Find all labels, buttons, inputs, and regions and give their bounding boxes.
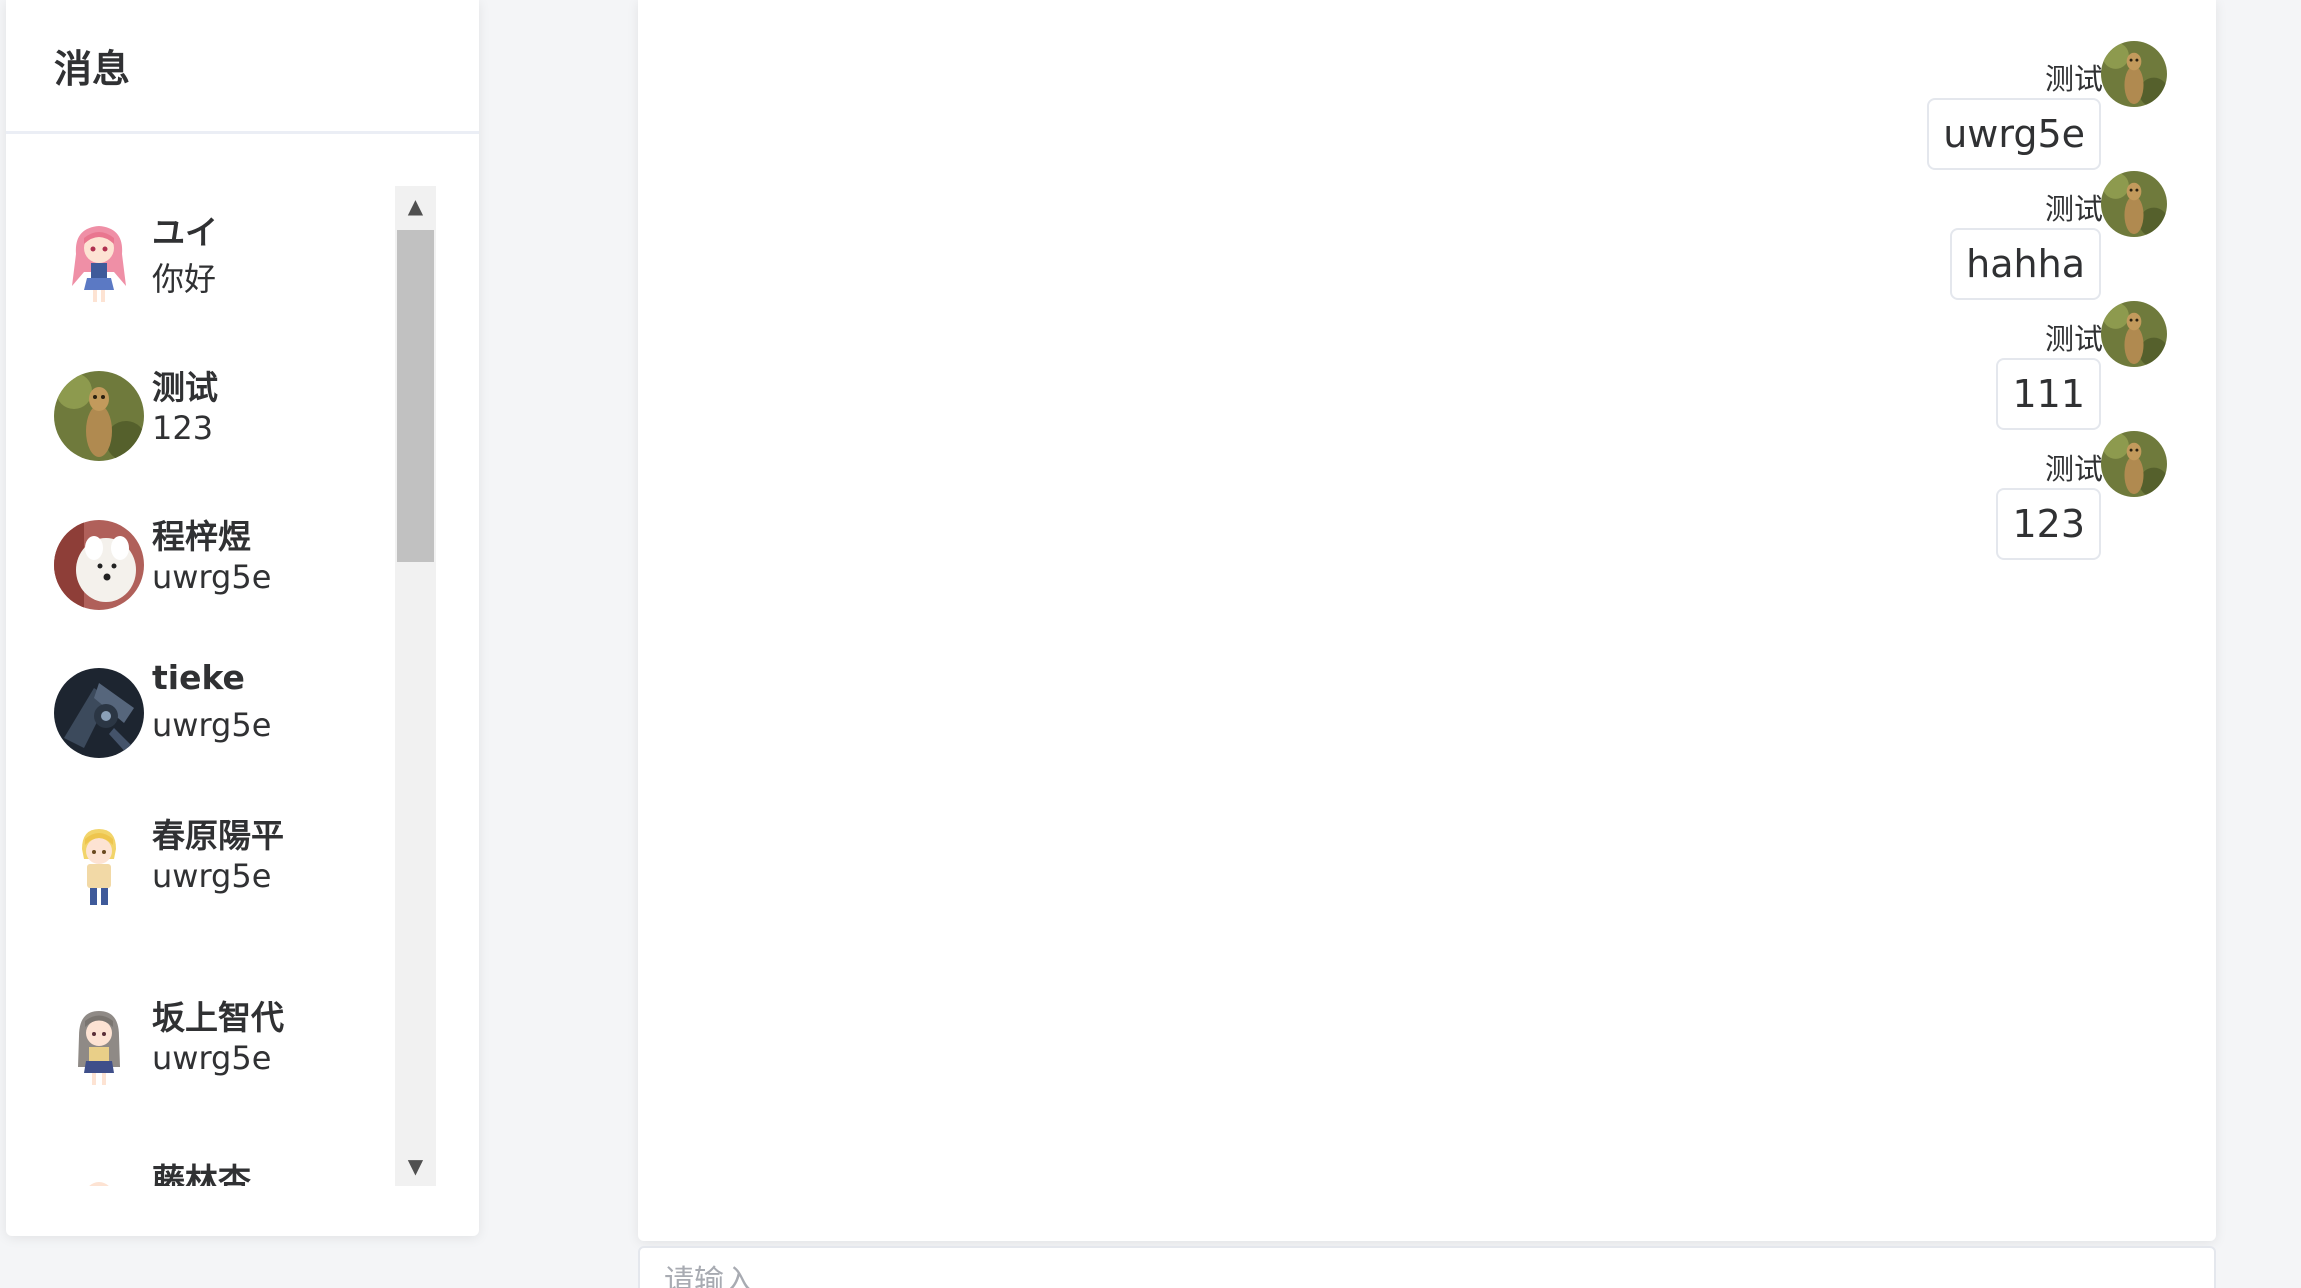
grey-hair-anime-girl-avatar xyxy=(54,1001,144,1091)
conversation-list[interactable]: ユイ 你好 测试 123 程梓煜 uwrg5e tieke uwrg5e 春原陽… xyxy=(6,186,391,1186)
conversation-last-message: uwrg5e xyxy=(152,857,272,895)
meerkat-photo-avatar xyxy=(54,371,144,461)
pink-hair-anime-girl-avatar xyxy=(54,216,144,306)
conversation-name: 程梓煜 xyxy=(152,517,251,556)
message-bubble: hahha xyxy=(1950,228,2101,300)
message-input[interactable] xyxy=(638,1246,2216,1288)
conversation-item-chengziyu[interactable]: 程梓煜 uwrg5e xyxy=(6,490,391,640)
conversation-item-sakagami[interactable]: 坂上智代 uwrg5e xyxy=(6,971,391,1121)
conversation-list-scrollbar[interactable]: ▲ ▼ xyxy=(395,186,436,1186)
conversation-name: 测试 xyxy=(152,368,218,407)
message-sender-name: 测试 xyxy=(2044,62,2103,96)
anime-avatar xyxy=(54,1164,144,1186)
conversation-last-message: uwrg5e xyxy=(152,1039,272,1077)
conversation-name: 春原陽平 xyxy=(152,816,284,855)
meerkat-photo-avatar xyxy=(2101,431,2167,497)
conversation-item-yui[interactable]: ユイ 你好 xyxy=(6,186,391,336)
conversation-item-sunohara[interactable]: 春原陽平 uwrg5e xyxy=(6,789,391,939)
meerkat-photo-avatar xyxy=(2101,171,2167,237)
chat-message-panel: 测试 uwrg5e 测试 hahha 测试 111 测试 123 xyxy=(638,0,2216,1241)
conversation-name: 藤林杏 xyxy=(152,1161,251,1186)
conversation-last-message: 你好 xyxy=(152,260,217,298)
conversation-name: ユイ xyxy=(152,213,218,252)
message-sender-name: 测试 xyxy=(2044,322,2103,356)
message-bubble: uwrg5e xyxy=(1927,98,2101,170)
conversation-last-message: 123 xyxy=(152,409,214,447)
sidebar-header: 消息 xyxy=(6,0,479,134)
blonde-anime-boy-avatar xyxy=(54,819,144,909)
message-bubble: 111 xyxy=(1996,358,2101,430)
scroll-up-arrow-icon[interactable]: ▲ xyxy=(395,186,436,226)
chat-app: 消息 ユイ 你好 测试 123 程梓煜 uwrg5e tieke uwrg5e … xyxy=(0,0,2301,1288)
message-bubble: 123 xyxy=(1996,488,2101,560)
conversation-item-tieke[interactable]: tieke uwrg5e xyxy=(6,638,391,788)
sidebar-title: 消息 xyxy=(54,47,131,91)
white-dog-photo-avatar xyxy=(54,520,144,610)
conversation-item-fujibayashi[interactable]: 藤林杏 xyxy=(6,1134,391,1186)
message-sender-name: 测试 xyxy=(2044,452,2103,486)
conversation-name: 坂上智代 xyxy=(152,998,284,1037)
conversation-item-ceshi[interactable]: 测试 123 xyxy=(6,341,391,491)
message-sender-name: 测试 xyxy=(2044,192,2103,226)
conversation-name: tieke xyxy=(152,658,245,697)
conversation-last-message: uwrg5e xyxy=(152,558,272,596)
meerkat-photo-avatar xyxy=(2101,41,2167,107)
conversation-sidebar: 消息 ユイ 你好 测试 123 程梓煜 uwrg5e tieke uwrg5e … xyxy=(6,0,479,1236)
scroll-down-arrow-icon[interactable]: ▼ xyxy=(395,1146,436,1186)
meerkat-photo-avatar xyxy=(2101,301,2167,367)
scrollbar-thumb[interactable] xyxy=(397,230,434,562)
dark-mech-avatar xyxy=(54,668,144,758)
conversation-last-message: uwrg5e xyxy=(152,706,272,744)
